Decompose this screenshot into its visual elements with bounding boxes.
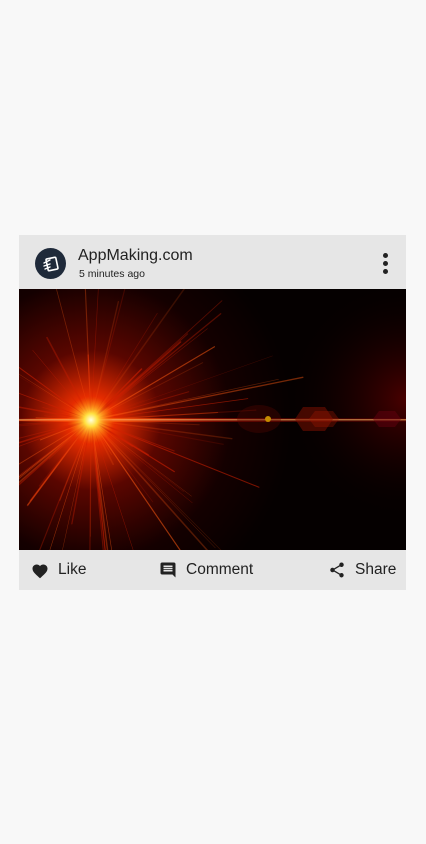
- share-label: Share: [355, 561, 397, 578]
- post-header: AppMaking.com 5 minutes ago: [19, 235, 406, 289]
- post-card: AppMaking.com 5 minutes ago Like Comment…: [19, 235, 406, 590]
- share-icon: [328, 561, 346, 579]
- more-vert-icon[interactable]: [374, 250, 396, 276]
- comment-label: Comment: [186, 561, 254, 578]
- comment-button[interactable]: Comment: [159, 550, 253, 590]
- post-timestamp: 5 minutes ago: [79, 268, 145, 280]
- share-button[interactable]: Share: [328, 550, 396, 590]
- heart-icon: [31, 562, 49, 579]
- post-image[interactable]: [19, 289, 406, 550]
- post-actions: Like Comment Share: [19, 550, 406, 590]
- avatar[interactable]: [35, 248, 66, 279]
- lens-flare-image: [19, 289, 406, 550]
- app-logo-icon: [42, 255, 59, 272]
- like-label: Like: [58, 561, 87, 578]
- like-button[interactable]: Like: [31, 550, 86, 590]
- author-name[interactable]: AppMaking.com: [78, 247, 193, 265]
- comment-icon: [159, 561, 177, 579]
